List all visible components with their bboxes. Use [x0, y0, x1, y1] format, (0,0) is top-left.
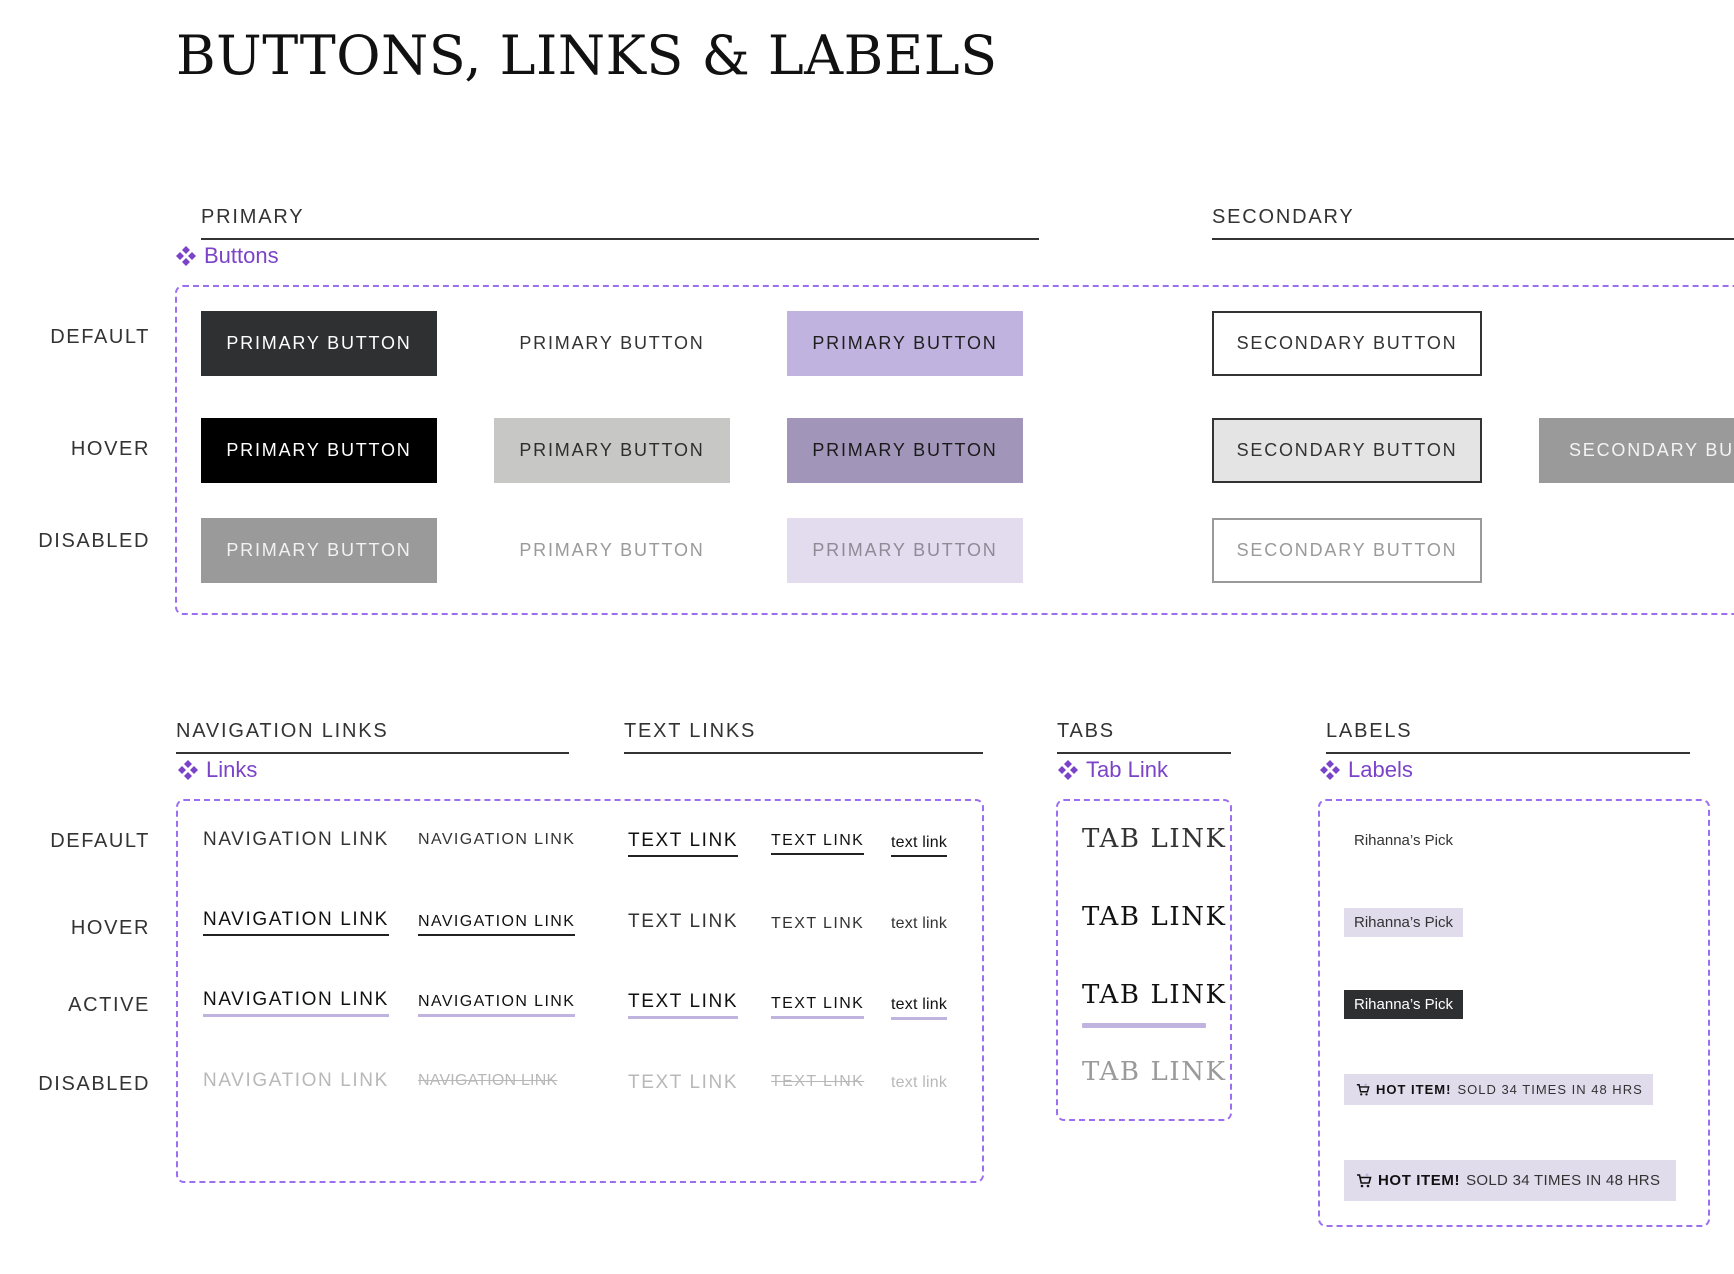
secondary-button-grey-hover[interactable]: SECONDARY BUT [1539, 418, 1734, 483]
component-icon [1320, 760, 1340, 780]
primary-button-ghost-disabled[interactable]: PRIMARY BUTTON [494, 518, 730, 583]
tab-link-disabled[interactable]: TAB LINK [1082, 1057, 1227, 1097]
text-link-lg-hover[interactable]: TEXT LINK [628, 911, 738, 936]
tab-link-default[interactable]: TAB LINK [1082, 824, 1227, 864]
primary-button-dark-disabled[interactable]: PRIMARY BUTTON [201, 518, 437, 583]
primary-button-ghost-default[interactable]: PRIMARY BUTTON [494, 311, 730, 376]
component-tag-labels[interactable]: Labels [1318, 757, 1413, 783]
navigation-link-sm-active[interactable]: NAVIGATION LINK [418, 993, 576, 1017]
component-tag-links[interactable]: Links [176, 757, 257, 783]
row-label-hover: HOVER [70, 917, 150, 939]
label-dark: Rihanna’s Pick [1344, 990, 1463, 1019]
text-link-sm-disabled[interactable]: text link [891, 1074, 947, 1095]
tab-link-active[interactable]: TAB LINK [1082, 980, 1225, 1028]
hot-item-rest: SOLD 34 TIMES IN 48 HRS [1466, 1172, 1661, 1189]
label-hot-item-large: HOT ITEM! SOLD 34 TIMES IN 48 HRS [1344, 1160, 1677, 1201]
section-text-links-header: TEXT LINKS [624, 720, 983, 754]
navigation-link-sm-hover[interactable]: NAVIGATION LINK [418, 913, 576, 936]
component-tag-label: Buttons [204, 243, 279, 268]
cart-icon [1357, 1173, 1372, 1187]
cart-icon [1356, 1082, 1370, 1096]
row-label-disabled: DISABLED [38, 1073, 150, 1095]
component-tag-label: Labels [1348, 757, 1413, 782]
component-icon [1058, 760, 1078, 780]
secondary-button-disabled[interactable]: SECONDARY BUTTON [1212, 518, 1482, 583]
section-navigation-links-header: NAVIGATION LINKS [176, 720, 569, 754]
label-plain: Rihanna’s Pick [1354, 832, 1453, 849]
navigation-link-sm-disabled[interactable]: NAVIGATION LINK [418, 1072, 557, 1093]
label-lavender: Rihanna’s Pick [1344, 908, 1463, 937]
text-link-sm-hover[interactable]: text link [891, 915, 947, 936]
tab-active-indicator [1082, 1023, 1206, 1028]
hot-item-strong: HOT ITEM! [1378, 1172, 1461, 1189]
section-secondary-header: SECONDARY [1212, 206, 1734, 240]
secondary-button-hover[interactable]: SECONDARY BUTTON [1212, 418, 1482, 483]
text-link-md-active[interactable]: TEXT LINK [771, 995, 865, 1019]
component-tag-buttons[interactable]: Buttons [174, 243, 279, 269]
section-tabs-header: TABS [1057, 720, 1231, 754]
primary-button-dark-hover[interactable]: PRIMARY BUTTON [201, 418, 437, 483]
primary-button-lavender-disabled[interactable]: PRIMARY BUTTON [787, 518, 1023, 583]
text-link-sm-active[interactable]: text link [891, 996, 948, 1020]
navigation-link-sm-default[interactable]: NAVIGATION LINK [418, 831, 575, 852]
text-link-lg-active[interactable]: TEXT LINK [628, 991, 739, 1019]
page-title: BUTTONS, LINKS & LABELS [176, 24, 998, 87]
primary-button-dark-default[interactable]: PRIMARY BUTTON [201, 311, 437, 376]
text-link-md-default[interactable]: TEXT LINK [771, 832, 865, 855]
section-labels-header: LABELS [1326, 720, 1690, 754]
navigation-link-lg-hover[interactable]: NAVIGATION LINK [203, 909, 389, 936]
text-link-md-disabled[interactable]: TEXT LINK [771, 1073, 864, 1094]
component-tag-label: Links [206, 757, 258, 782]
hot-item-strong: HOT ITEM! [1376, 1082, 1452, 1097]
navigation-link-lg-disabled[interactable]: NAVIGATION LINK [203, 1070, 389, 1095]
primary-button-lavender-default[interactable]: PRIMARY BUTTON [787, 311, 1023, 376]
text-link-sm-default[interactable]: text link [891, 834, 948, 857]
component-tag-tab-link[interactable]: Tab Link [1056, 757, 1168, 783]
primary-button-ghost-hover[interactable]: PRIMARY BUTTON [494, 418, 730, 483]
component-icon [176, 246, 196, 266]
row-label-default: DEFAULT [50, 326, 150, 348]
row-label-disabled: DISABLED [38, 530, 150, 552]
primary-button-lavender-hover[interactable]: PRIMARY BUTTON [787, 418, 1023, 483]
component-tag-label: Tab Link [1086, 757, 1168, 782]
row-label-active: ACTIVE [68, 994, 150, 1016]
section-primary-header: PRIMARY [201, 206, 1039, 240]
tab-link-hover[interactable]: TAB LINK [1082, 902, 1227, 942]
hot-item-rest: SOLD 34 TIMES IN 48 HRS [1457, 1082, 1643, 1097]
navigation-link-lg-active[interactable]: NAVIGATION LINK [203, 989, 389, 1017]
text-link-lg-default[interactable]: TEXT LINK [628, 830, 739, 857]
component-icon [178, 760, 198, 780]
row-label-default: DEFAULT [50, 830, 150, 852]
navigation-link-lg-default[interactable]: NAVIGATION LINK [203, 829, 389, 854]
secondary-button-default[interactable]: SECONDARY BUTTON [1212, 311, 1482, 376]
tab-link-label: TAB LINK [1082, 980, 1227, 1010]
text-link-md-hover[interactable]: TEXT LINK [771, 915, 864, 936]
label-hot-item-small: HOT ITEM! SOLD 34 TIMES IN 48 HRS [1344, 1074, 1653, 1105]
text-link-lg-disabled[interactable]: TEXT LINK [628, 1072, 738, 1097]
row-label-hover: HOVER [70, 438, 150, 460]
